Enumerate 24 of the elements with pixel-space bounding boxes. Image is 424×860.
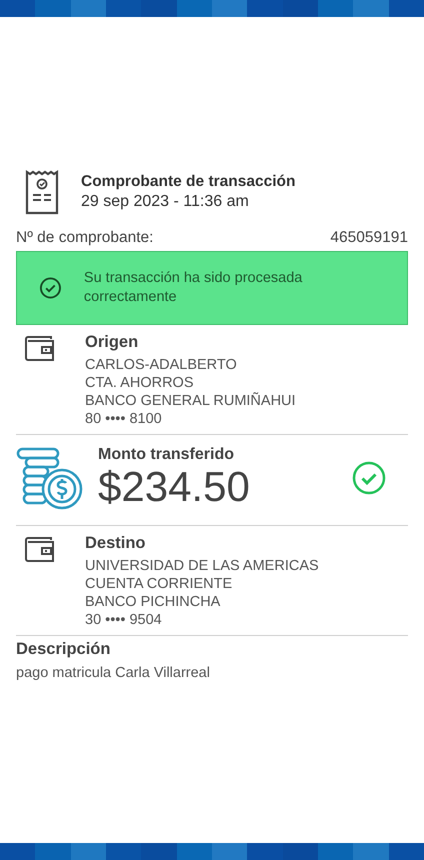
account-detail: CUENTA CORRIENTE bbox=[85, 575, 234, 593]
receipt-title: Comprobante de transacción bbox=[81, 173, 296, 191]
account-detail: BANCO GENERAL RUMIÑAHUI bbox=[85, 392, 296, 410]
account-detail: UNIVERSIDAD DE LAS AMERICAS bbox=[85, 557, 319, 575]
amount-value: $234.50 bbox=[98, 464, 251, 510]
description-title: Descripción bbox=[16, 640, 112, 659]
amount-title: Monto transferido bbox=[98, 446, 235, 464]
transaction-datetime: 29 sep 2023 - 11:36 am bbox=[81, 193, 250, 211]
party-title: Destino bbox=[85, 534, 147, 553]
check-circle-icon bbox=[39, 276, 62, 300]
account-detail: CTA. AHORROS bbox=[85, 374, 194, 392]
check-circle-icon bbox=[352, 461, 386, 495]
status-message: Su transacción ha sido procesada correctamente bbox=[84, 269, 304, 307]
party-title: Origen bbox=[85, 333, 140, 352]
voucher-label: Nº de comprobante: bbox=[16, 229, 154, 247]
account-detail: 80 •••• 8100 bbox=[85, 410, 163, 428]
wallet-icon bbox=[25, 536, 55, 562]
voucher-number: 465059191 bbox=[330, 229, 408, 247]
wallet-icon bbox=[25, 335, 55, 361]
account-detail: BANCO PICHINCHA bbox=[85, 593, 222, 611]
description-text: pago matricula Carla Villarreal bbox=[16, 665, 211, 681]
account-detail: CARLOS-ADALBERTO bbox=[85, 356, 238, 374]
account-detail: 30 •••• 9504 bbox=[85, 611, 163, 629]
receipt-icon bbox=[25, 169, 59, 215]
